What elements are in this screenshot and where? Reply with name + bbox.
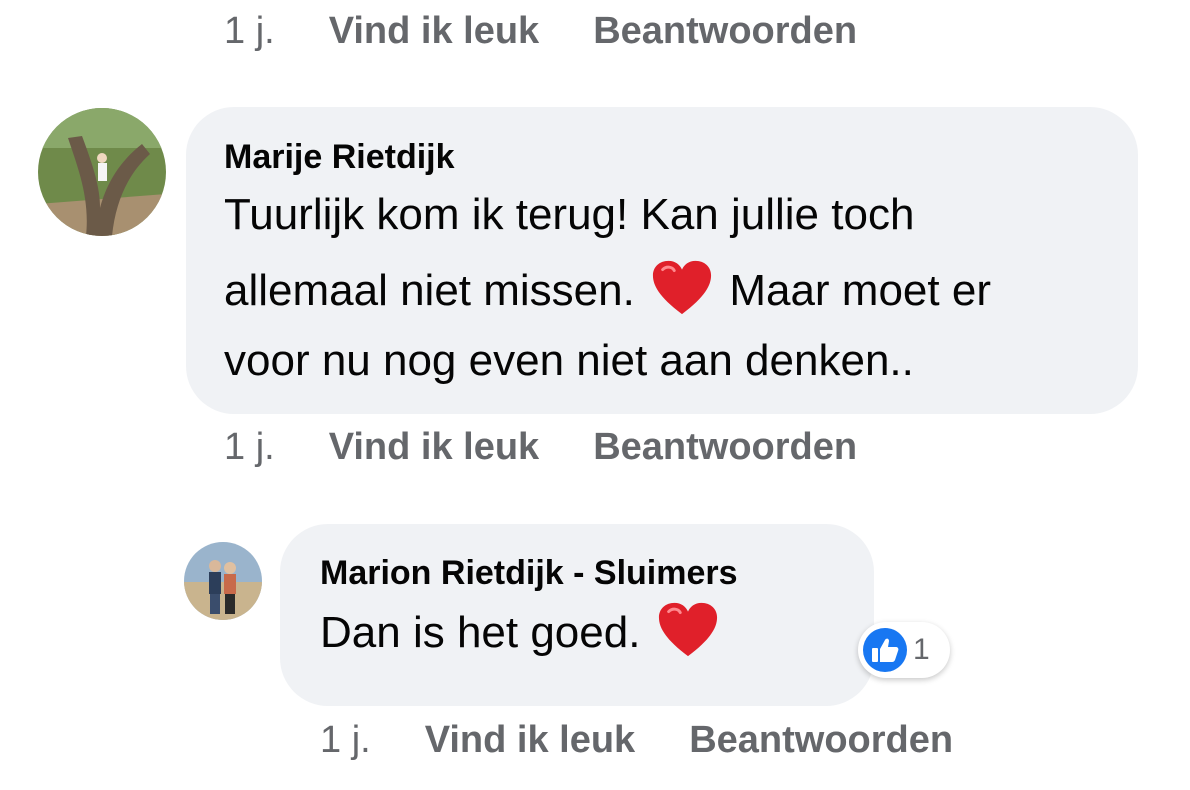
reply-time[interactable]: 1 j. <box>320 719 371 762</box>
marion-avatar[interactable] <box>184 542 262 620</box>
heart-emoji-icon <box>657 601 719 659</box>
heart-emoji-icon <box>651 259 713 317</box>
previous-comment-like-button[interactable]: Vind ik leuk <box>329 10 539 53</box>
comment-line-2: allemaal niet missen. Maar moet er <box>224 251 1102 331</box>
reaction-badge[interactable]: 1 <box>858 622 950 678</box>
comment-bubble: Marije Rietdijk Tuurlijk kom ik terug! K… <box>186 107 1138 414</box>
comment-author[interactable]: Marije Rietdijk <box>224 135 1102 179</box>
marije-avatar[interactable] <box>38 108 166 236</box>
reply-bubble: Marion Rietdijk - Sluimers Dan is het go… <box>280 524 874 706</box>
reply-like-button[interactable]: Vind ik leuk <box>425 719 635 762</box>
comment-reply-button[interactable]: Beantwoorden <box>593 426 857 469</box>
comment-time[interactable]: 1 j. <box>224 426 275 469</box>
comment-line-2-end: Maar moet er <box>729 266 991 315</box>
comment-line-2-start: allemaal niet missen. <box>224 266 635 315</box>
reaction-count: 1 <box>913 633 930 666</box>
reply-author[interactable]: Marion Rietdijk - Sluimers <box>320 551 844 595</box>
reply-text-content: Dan is het goed. <box>320 608 641 657</box>
reply-actions: 1 j. Vind ik leuk Beantwoorden <box>320 715 1007 765</box>
previous-comment-time[interactable]: 1 j. <box>224 10 275 53</box>
previous-comment-actions: 1 j. Vind ik leuk Beantwoorden <box>224 6 911 56</box>
previous-comment-reply-button[interactable]: Beantwoorden <box>593 10 857 53</box>
comment-text: Tuurlijk kom ik terug! Kan jullie toch a… <box>224 175 1102 391</box>
comment-line-1: Tuurlijk kom ik terug! Kan jullie toch <box>224 190 915 239</box>
reply-reply-button[interactable]: Beantwoorden <box>689 719 953 762</box>
comment-like-button[interactable]: Vind ik leuk <box>329 426 539 469</box>
comment-actions: 1 j. Vind ik leuk Beantwoorden <box>224 422 911 472</box>
thumbs-up-icon <box>863 628 907 672</box>
comment-line-3: voor nu nog even niet aan denken.. <box>224 336 914 385</box>
reply-text: Dan is het goed. <box>320 593 844 673</box>
